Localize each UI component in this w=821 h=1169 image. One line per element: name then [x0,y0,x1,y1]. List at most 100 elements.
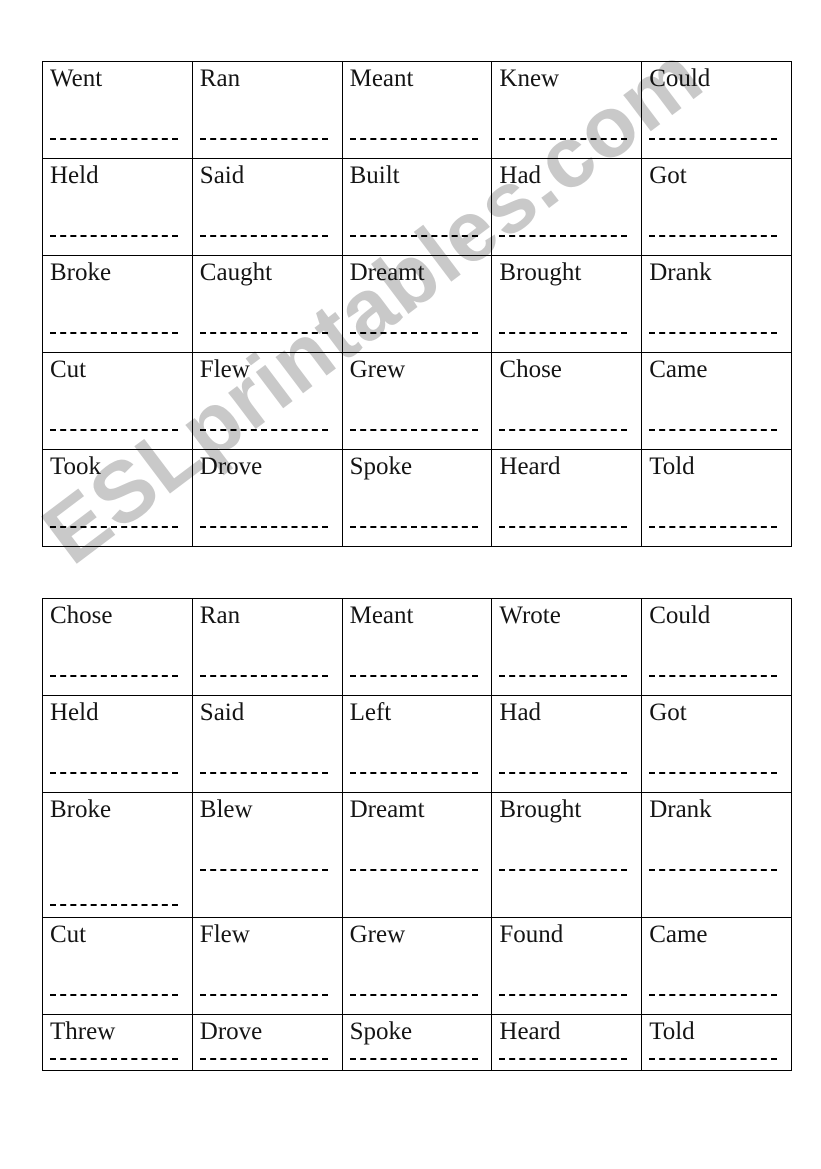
answer-blank-line[interactable] [499,235,628,237]
verb-cell-inner: Brought [492,256,641,352]
table-row: Held Said Left Had Got [42,695,792,793]
verb-cell-inner: Came [642,918,791,1014]
answer-blank-line[interactable] [199,994,328,996]
verb-cell-inner: Dreamt [343,256,492,352]
verb-cell: Meant [341,598,493,696]
answer-blank-line[interactable] [50,1058,178,1060]
verb-label: Flew [199,921,250,948]
answer-blank-line[interactable] [649,138,778,140]
verb-label: Wrote [499,602,561,629]
verb-cell-inner: Got [642,159,791,255]
answer-blank-line[interactable] [199,429,328,431]
worksheet-page: ESLprintables.com Went Ran Meant Knew Could H… [0,0,821,1169]
verb-cell-inner: Got [642,696,791,792]
answer-blank-line[interactable] [499,1058,628,1060]
table-row: Cut Flew Grew Found Came [42,917,792,1015]
answer-blank-line[interactable] [499,526,628,528]
answer-blank-line[interactable] [499,772,628,774]
answer-blank-line[interactable] [199,772,328,774]
verb-label: Grew [349,356,406,383]
answer-blank-line[interactable] [199,869,328,871]
verb-label: Grew [349,921,406,948]
verb-label: Got [649,162,687,189]
verb-table-2-body: Chose Ran Meant Wrote Could Held Said Left Had Go… [42,598,792,1071]
answer-blank-line[interactable] [199,235,328,237]
answer-blank-line[interactable] [199,675,328,677]
answer-blank-line[interactable] [349,138,478,140]
verb-cell: Could [641,598,792,696]
verb-label: Left [349,699,392,726]
answer-blank-line[interactable] [199,1058,328,1060]
answer-blank-line[interactable] [349,332,478,334]
answer-blank-line[interactable] [199,332,328,334]
verb-cell-inner: Knew [492,62,641,158]
answer-blank-line[interactable] [50,429,178,431]
verb-label: Got [649,699,687,726]
answer-blank-line[interactable] [50,772,178,774]
verb-label: Ran [199,65,241,92]
answer-blank-line[interactable] [499,332,628,334]
answer-blank-line[interactable] [649,429,778,431]
verb-cell-inner: Spoke [343,1015,492,1070]
verb-cell-inner: Meant [343,599,492,695]
verb-cell: Caught [191,255,343,353]
verb-label: Had [499,162,542,189]
answer-blank-line[interactable] [499,429,628,431]
verb-cell-inner: Flew [193,918,342,1014]
answer-blank-line[interactable] [199,526,328,528]
answer-blank-line[interactable] [349,675,478,677]
verb-cell-inner: Told [642,450,791,546]
answer-blank-line[interactable] [349,526,478,528]
verb-cell: Got [641,695,792,793]
verb-cell-inner: Held [43,696,192,792]
verb-table-1-body: Went Ran Meant Knew Could Held Said Built Had Got… [42,61,792,547]
answer-blank-line[interactable] [50,138,178,140]
answer-blank-line[interactable] [649,526,778,528]
verb-label: Heard [499,1018,561,1045]
answer-blank-line[interactable] [649,869,778,871]
verb-cell-inner: Ran [193,62,342,158]
answer-blank-line[interactable] [649,1058,778,1060]
answer-blank-line[interactable] [499,869,628,871]
answer-blank-line[interactable] [349,235,478,237]
answer-blank-line[interactable] [50,675,178,677]
answer-blank-line[interactable] [349,772,478,774]
verb-cell: Said [191,695,343,793]
answer-blank-line[interactable] [50,904,178,906]
verb-label: Told [649,453,695,480]
answer-blank-line[interactable] [50,235,178,237]
answer-blank-line[interactable] [499,994,628,996]
verb-label: Held [50,699,99,726]
verb-label: Broke [50,796,112,823]
answer-blank-line[interactable] [649,332,778,334]
answer-blank-line[interactable] [50,994,178,996]
verb-cell-inner: Could [642,62,791,158]
answer-blank-line[interactable] [649,235,778,237]
answer-blank-line[interactable] [199,138,328,140]
answer-blank-line[interactable] [50,526,178,528]
verb-cell-inner: Built [343,159,492,255]
verb-cell-inner: Grew [343,353,492,449]
answer-blank-line[interactable] [649,772,778,774]
verb-cell: Drank [641,255,792,353]
answer-blank-line[interactable] [349,869,478,871]
answer-blank-line[interactable] [349,429,478,431]
answer-blank-line[interactable] [349,994,478,996]
answer-blank-line[interactable] [499,138,628,140]
answer-blank-line[interactable] [649,675,778,677]
answer-blank-line[interactable] [50,332,178,334]
verb-label: Drank [649,259,712,286]
answer-blank-line[interactable] [649,994,778,996]
answer-blank-line[interactable] [349,1058,478,1060]
verb-label: Could [649,602,711,629]
verb-cell: Grew [341,917,493,1015]
verb-cell: Dreamt [341,255,493,353]
verb-label: Said [199,699,245,726]
verb-label: Knew [499,65,560,92]
verb-label: Said [199,162,245,189]
verb-cell-inner: Spoke [343,450,492,546]
verb-table-1: Went Ran Meant Knew Could Held Said Built Had Got… [42,61,792,547]
table-row: Threw Drove Spoke Heard Told [42,1014,792,1071]
answer-blank-line[interactable] [499,675,628,677]
verb-cell-inner: Held [43,159,192,255]
